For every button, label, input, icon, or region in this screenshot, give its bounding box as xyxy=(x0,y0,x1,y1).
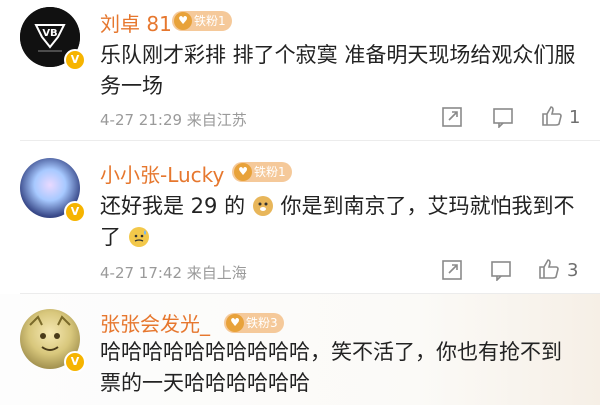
like-count: 1 xyxy=(569,107,581,128)
verified-v-icon: V xyxy=(64,201,86,223)
username[interactable]: 刘卓 81 xyxy=(100,8,172,37)
doge-emoji-icon xyxy=(252,196,273,216)
thumbs-up-icon[interactable] xyxy=(537,257,561,281)
comment-text-part1: 还好我是 29 的 xyxy=(100,194,246,218)
comment-text: 哈哈哈哈哈哈哈哈哈哈，笑不活了，你也有抢不到票的一天哈哈哈哈哈哈 xyxy=(100,340,562,395)
fan-badge-icon: ♥ xyxy=(234,163,252,181)
thumbs-up-icon[interactable] xyxy=(540,104,564,128)
fan-badge-label: 铁粉1 xyxy=(254,165,286,179)
share-icon[interactable] xyxy=(441,106,463,128)
fan-badge-label: 铁粉3 xyxy=(246,316,278,330)
like-count: 3 xyxy=(567,260,579,281)
username[interactable]: 张张会发光_ xyxy=(100,308,210,337)
verified-v-icon: V xyxy=(64,351,86,373)
comment-item-3: V 张张会发光_ ♥ 铁粉3 哈哈哈哈哈哈哈哈哈哈，笑不活了，你也有抢不到票的一… xyxy=(0,294,600,405)
username[interactable]: 小小张-Lucky xyxy=(100,159,224,188)
comment-item-1: VB V 刘卓 81 ♥ 铁粉1 乐队刚才彩排 排了个寂寞 准备明天现场给观众们… xyxy=(0,0,600,140)
verified-v-icon: V xyxy=(64,49,86,71)
fan-badge: ♥ 铁粉1 xyxy=(172,11,232,31)
fan-badge-icon: ♥ xyxy=(226,314,244,332)
share-icon[interactable] xyxy=(441,259,463,281)
comment-item-2: V 小小张-Lucky ♥ 铁粉1 还好我是 29 的 你是到南京了，艾玛就怕我… xyxy=(0,141,600,293)
comment-icon[interactable] xyxy=(490,259,512,281)
comment-text: 乐队刚才彩排 排了个寂寞 准备明天现场给观众们服务一场 xyxy=(100,43,576,98)
comment-meta: 4-27 17:42 来自上海 xyxy=(100,264,247,282)
comment-icon[interactable] xyxy=(492,106,514,128)
fan-badge-icon: ♥ xyxy=(174,12,192,30)
comment-meta: 4-27 21:29 来自江苏 xyxy=(100,111,247,129)
fan-badge: ♥ 铁粉3 xyxy=(224,313,284,333)
fan-badge-label: 铁粉1 xyxy=(194,14,226,28)
svg-text:VB: VB xyxy=(42,28,57,39)
sweat-emoji-icon xyxy=(128,227,149,247)
fan-badge: ♥ 铁粉1 xyxy=(232,162,292,182)
comment-text: 还好我是 29 的 你是到南京了，艾玛就怕我到不了 xyxy=(100,191,585,253)
